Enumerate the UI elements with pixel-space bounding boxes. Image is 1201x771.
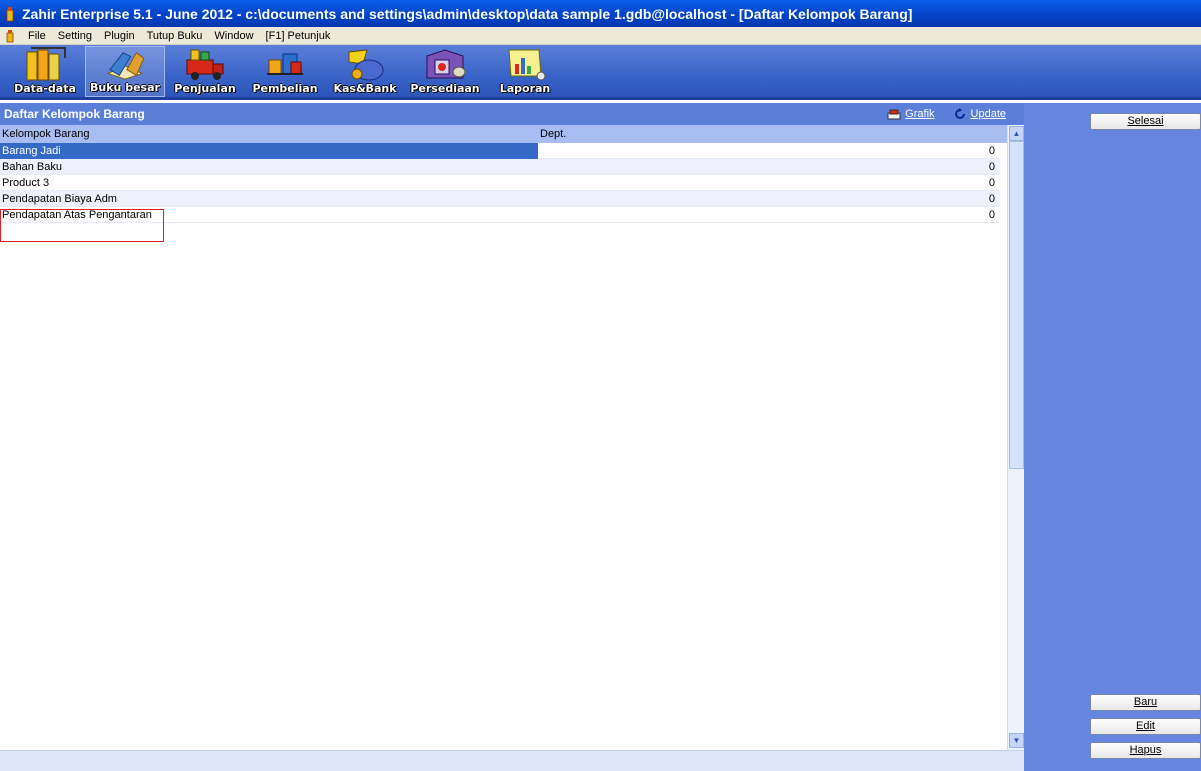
content-header: Daftar Kelompok Barang Grafik Update — [0, 103, 1024, 125]
menu-petunjuk[interactable]: [F1] Petunjuk — [260, 30, 337, 42]
grafik-label: Grafik — [905, 108, 935, 120]
menu-plugin[interactable]: Plugin — [98, 30, 141, 42]
table-row[interactable]: Product 3 0 — [0, 175, 1000, 191]
toolbar-label: Penjualan — [174, 82, 236, 95]
action-panel: Selesai Baru Edit Hapus — [1024, 103, 1201, 771]
cash-bag-icon — [348, 49, 384, 81]
vertical-scrollbar[interactable]: ▲ ▼ — [1007, 125, 1024, 750]
menu-bar: File Setting Plugin Tutup Buku Window [F… — [0, 27, 1201, 45]
update-label: Update — [970, 108, 1006, 120]
grafik-button[interactable]: Grafik — [887, 107, 935, 121]
binders-icon — [26, 47, 66, 81]
window-title: Zahir Enterprise 5.1 - June 2012 - c:\do… — [22, 5, 913, 22]
page-title: Daftar Kelompok Barang — [4, 107, 145, 121]
selesai-button[interactable]: Selesai — [1090, 113, 1201, 130]
toolbar-penjualan-button[interactable]: Penjualan — [165, 46, 245, 97]
menu-tutup-buku[interactable]: Tutup Buku — [141, 30, 209, 42]
toolbar-label: Buku besar — [90, 81, 160, 94]
chart-icon — [887, 109, 901, 120]
cell-dept: 0 — [988, 160, 995, 173]
cell-kelompok: Pendapatan Biaya Adm — [2, 192, 117, 205]
toolbar-data-data-button[interactable]: Data-data — [5, 46, 85, 97]
toolbar-kas-bank-button[interactable]: Kas&Bank — [325, 46, 405, 97]
toolbar-label: Kas&Bank — [333, 82, 397, 95]
cell-dept: 0 — [988, 176, 995, 189]
column-header-kelompok[interactable]: Kelompok Barang — [0, 128, 538, 140]
toolbar-buku-besar-button[interactable]: Buku besar — [85, 46, 165, 97]
cell-kelompok: Product 3 — [2, 176, 50, 189]
cell-dept: 0 — [988, 192, 995, 205]
scrollbar-thumb[interactable] — [1009, 141, 1024, 469]
cell-kelompok: Barang Jadi — [0, 142, 538, 159]
cell-dept: 0 — [988, 208, 995, 221]
toolbar-label: Data-data — [14, 82, 76, 95]
menu-file[interactable]: File — [22, 30, 52, 42]
cell-dept: 0 — [988, 144, 995, 157]
toolbar-label: Persediaan — [410, 82, 480, 95]
status-bar — [0, 750, 1024, 771]
toolbar-persediaan-button[interactable]: Persediaan — [405, 46, 485, 97]
sales-truck-icon — [186, 49, 224, 80]
grid-body: Barang Jadi 0 Bahan Baku 0 Product 3 0 P… — [0, 142, 1000, 242]
title-bar: Zahir Enterprise 5.1 - June 2012 - c:\do… — [0, 0, 1201, 27]
toolbar-label: Pembelian — [252, 82, 318, 95]
report-chart-icon — [508, 49, 546, 81]
menu-window[interactable]: Window — [208, 30, 259, 42]
kelompok-barang-grid: Kelompok Barang Dept. Barang Jadi 0 Baha… — [0, 125, 1024, 750]
table-row[interactable]: Barang Jadi 0 — [0, 142, 1000, 159]
purchase-gifts-icon — [267, 53, 303, 75]
toolbar-pembelian-button[interactable]: Pembelian — [245, 46, 325, 97]
grid-header: Kelompok Barang Dept. — [0, 125, 1007, 143]
app-menu-icon[interactable] — [4, 29, 16, 43]
table-row[interactable]: Bahan Baku 0 — [0, 159, 1000, 175]
toolbar-label: Laporan — [499, 82, 551, 95]
highlight-box — [0, 209, 164, 242]
baru-button[interactable]: Baru — [1090, 694, 1201, 711]
update-button[interactable]: Update — [953, 107, 1006, 121]
refresh-icon — [954, 108, 965, 119]
menu-setting[interactable]: Setting — [52, 30, 98, 42]
warehouse-icon — [426, 49, 466, 79]
cell-kelompok: Bahan Baku — [2, 160, 62, 173]
column-header-dept[interactable]: Dept. — [538, 128, 1007, 140]
hapus-button[interactable]: Hapus — [1090, 742, 1201, 759]
scroll-up-icon[interactable]: ▲ — [1009, 126, 1024, 141]
app-icon — [6, 6, 14, 21]
edit-button[interactable]: Edit — [1090, 718, 1201, 735]
toolbar-laporan-button[interactable]: Laporan — [485, 46, 565, 97]
ledger-book-icon — [106, 51, 145, 80]
table-row[interactable]: Pendapatan Biaya Adm 0 — [0, 191, 1000, 207]
module-toolbar: Data-data Buku besar Penjualan Pembelian — [0, 45, 1201, 100]
scroll-down-icon[interactable]: ▼ — [1009, 733, 1024, 748]
